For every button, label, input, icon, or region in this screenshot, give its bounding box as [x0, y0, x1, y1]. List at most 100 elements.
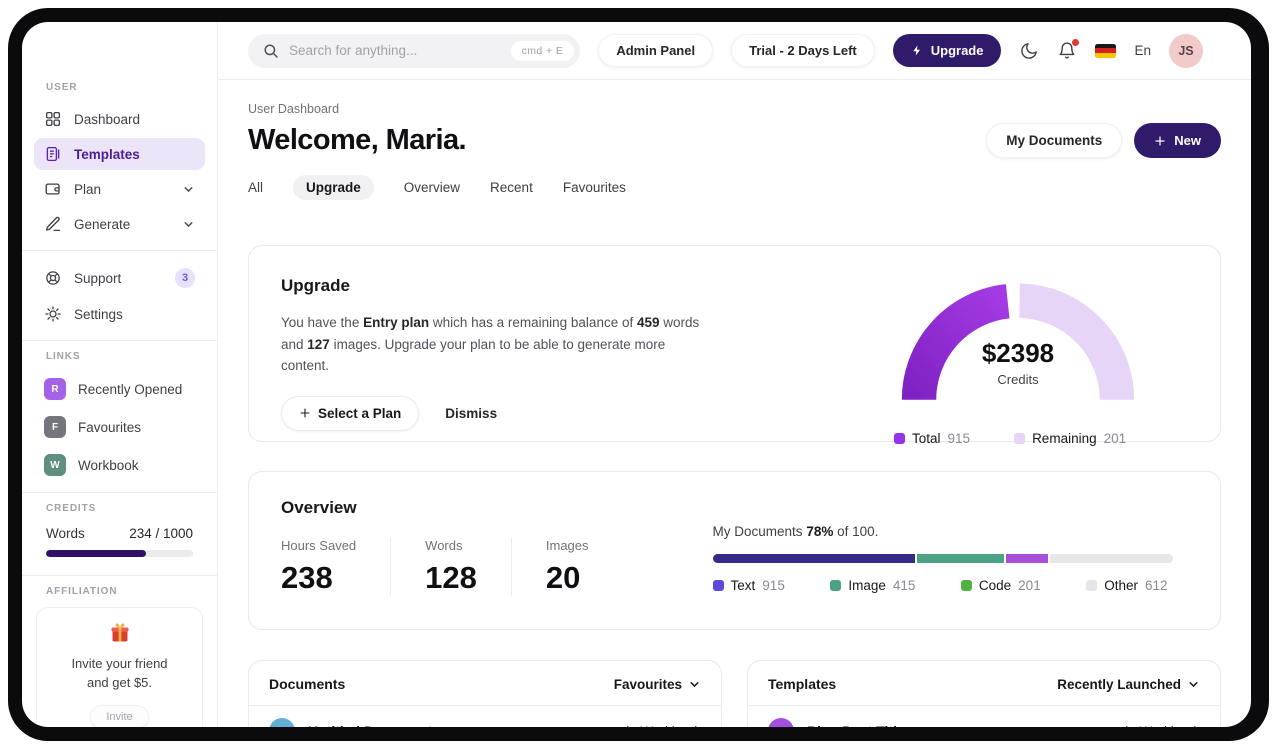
- sidebar-section-credits: CREDITS: [46, 503, 97, 514]
- language-switcher[interactable]: [1095, 43, 1117, 58]
- upgrade-button[interactable]: Upgrade: [892, 34, 1002, 67]
- document-row[interactable]: Untitled Document in Workbook: [249, 706, 721, 727]
- invite-button[interactable]: Invite: [90, 704, 149, 727]
- documents-card: Documents Favourites Untitled Document i…: [248, 660, 722, 727]
- credits-words-value: 234 / 1000: [129, 526, 193, 541]
- bar-segment-code: [1006, 554, 1048, 563]
- legend-item-text: Text 915: [712, 578, 785, 593]
- gear-icon: [45, 306, 61, 322]
- sidebar-item-settings[interactable]: Settings: [34, 298, 205, 330]
- dismiss-button[interactable]: Dismiss: [445, 406, 497, 421]
- sidebar-item-templates[interactable]: Templates: [34, 138, 205, 170]
- tab-recent[interactable]: Recent: [490, 180, 533, 195]
- affiliation-card: Invite your friend and get $5. Invite: [36, 607, 203, 727]
- upgrade-card-title: Upgrade: [281, 276, 350, 295]
- gift-icon: [111, 623, 128, 642]
- legend-swatch: [1014, 433, 1026, 444]
- admin-panel-button[interactable]: Admin Panel: [598, 34, 714, 67]
- support-badge: 3: [175, 268, 195, 288]
- sidebar-link-label: Workbook: [78, 457, 139, 473]
- sidebar-item-label: Support: [74, 270, 122, 286]
- sidebar-divider: [22, 575, 217, 576]
- sidebar-link-favourites[interactable]: F Favourites: [34, 410, 205, 444]
- sidebar-item-generate[interactable]: Generate: [34, 208, 205, 240]
- bar-segment-image: [916, 554, 1005, 563]
- templates-card: Templates Recently Launched Blog Post Ti…: [747, 660, 1221, 727]
- moon-icon: [1021, 42, 1038, 59]
- affiliation-text: Invite your friend and get $5.: [71, 656, 168, 690]
- gauge-center-value: $2398: [981, 338, 1055, 368]
- chevron-down-icon: [1189, 681, 1198, 687]
- tab-favourites[interactable]: Favourites: [563, 180, 626, 195]
- stat-hours-saved: Hours Saved 238: [281, 538, 392, 596]
- progress-caption: My Documents 78% of 100.: [712, 524, 879, 539]
- sidebar-link-workbook[interactable]: W Workbook: [34, 448, 205, 482]
- breadcrumb: User Dashboard: [248, 102, 340, 116]
- template-location: in Workbook: [1125, 724, 1200, 728]
- templates-filter-dropdown[interactable]: Recently Launched: [1057, 677, 1200, 692]
- app-window: USER Dashboard Templates Plan Generate S…: [22, 22, 1251, 727]
- my-documents-button[interactable]: My Documents: [986, 123, 1123, 158]
- select-plan-button[interactable]: Select a Plan: [281, 395, 420, 431]
- dark-mode-toggle[interactable]: [1019, 41, 1039, 61]
- documents-filter-dropdown[interactable]: Favourites: [614, 677, 701, 692]
- document-avatar: [269, 718, 295, 727]
- dashboard-icon: [45, 111, 61, 127]
- sidebar-item-dashboard[interactable]: Dashboard: [34, 103, 205, 135]
- bar-segment-text: [712, 554, 915, 563]
- tab-overview[interactable]: Overview: [404, 180, 460, 195]
- link-avatar: R: [44, 378, 66, 400]
- pen-icon: [45, 216, 61, 232]
- sidebar-section-user: USER: [46, 82, 78, 93]
- search-input[interactable]: [289, 43, 502, 58]
- legend-item-other: Other 612: [1086, 578, 1168, 593]
- tab-bar: All Upgrade Overview Recent Favourites: [248, 175, 1221, 200]
- progress-legend: Text 915 Image 415 Code 201 Other 612: [712, 578, 1168, 593]
- sidebar-item-label: Generate: [74, 216, 131, 232]
- search-shortcut-badge: cmd + E: [510, 40, 575, 61]
- tab-all[interactable]: All: [248, 180, 263, 195]
- sidebar-divider: [22, 340, 217, 341]
- notification-dot: [1072, 38, 1080, 46]
- template-name: Blog Post Title: [807, 723, 905, 727]
- documents-progress-chart: My Documents 78% of 100. Text 915 Image …: [712, 498, 1173, 603]
- search-bar[interactable]: cmd + E: [248, 33, 581, 68]
- lightning-icon: [913, 45, 920, 56]
- chevron-down-icon: [184, 221, 193, 227]
- gauge-center-label: Credits: [997, 372, 1039, 387]
- document-location: in Workbook: [626, 724, 701, 728]
- tab-upgrade[interactable]: Upgrade: [293, 175, 374, 200]
- sidebar-item-label: Templates: [74, 146, 140, 162]
- language-label[interactable]: En: [1134, 43, 1151, 58]
- sidebar-item-label: Plan: [74, 181, 102, 197]
- plus-icon: [300, 408, 310, 418]
- sidebar-item-plan[interactable]: Plan: [34, 173, 205, 205]
- topbar: cmd + E Admin Panel Trial - 2 Days Left …: [218, 22, 1251, 80]
- upgrade-card-body: You have the Entry plan which has a rema…: [281, 315, 700, 374]
- sidebar-item-support[interactable]: Support 3: [34, 261, 205, 295]
- search-icon: [264, 43, 278, 58]
- sidebar-link-recently-opened[interactable]: R Recently Opened: [34, 372, 205, 406]
- notifications-button[interactable]: [1057, 38, 1080, 61]
- user-avatar[interactable]: JS: [1169, 33, 1203, 68]
- document-name: Untitled Document: [308, 723, 432, 727]
- overview-card-title: Overview: [281, 498, 357, 517]
- trial-days-button[interactable]: Trial - 2 Days Left: [731, 34, 875, 67]
- legend-item-remaining: Remaining 201: [1014, 431, 1126, 446]
- template-row[interactable]: Blog Post Title in Workbook: [748, 706, 1220, 727]
- legend-item-code: Code 201: [960, 578, 1041, 593]
- templates-card-title: Templates: [768, 676, 837, 692]
- legend-item-total: Total 915: [894, 431, 970, 446]
- credits-words-label: Words: [46, 526, 85, 541]
- sidebar-link-label: Recently Opened: [78, 381, 183, 397]
- templates-icon: [46, 146, 60, 162]
- chevron-down-icon: [184, 186, 193, 192]
- legend-swatch: [894, 433, 905, 444]
- sidebar-divider: [22, 492, 217, 493]
- new-button[interactable]: New: [1134, 123, 1221, 158]
- page-title: Welcome, Maria.: [248, 124, 467, 156]
- sidebar-section-affiliation: AFFILIATION: [46, 586, 118, 597]
- stat-images: Images 20: [545, 538, 589, 595]
- wallet-icon: [45, 183, 60, 195]
- credits-progress-bar: [46, 550, 193, 557]
